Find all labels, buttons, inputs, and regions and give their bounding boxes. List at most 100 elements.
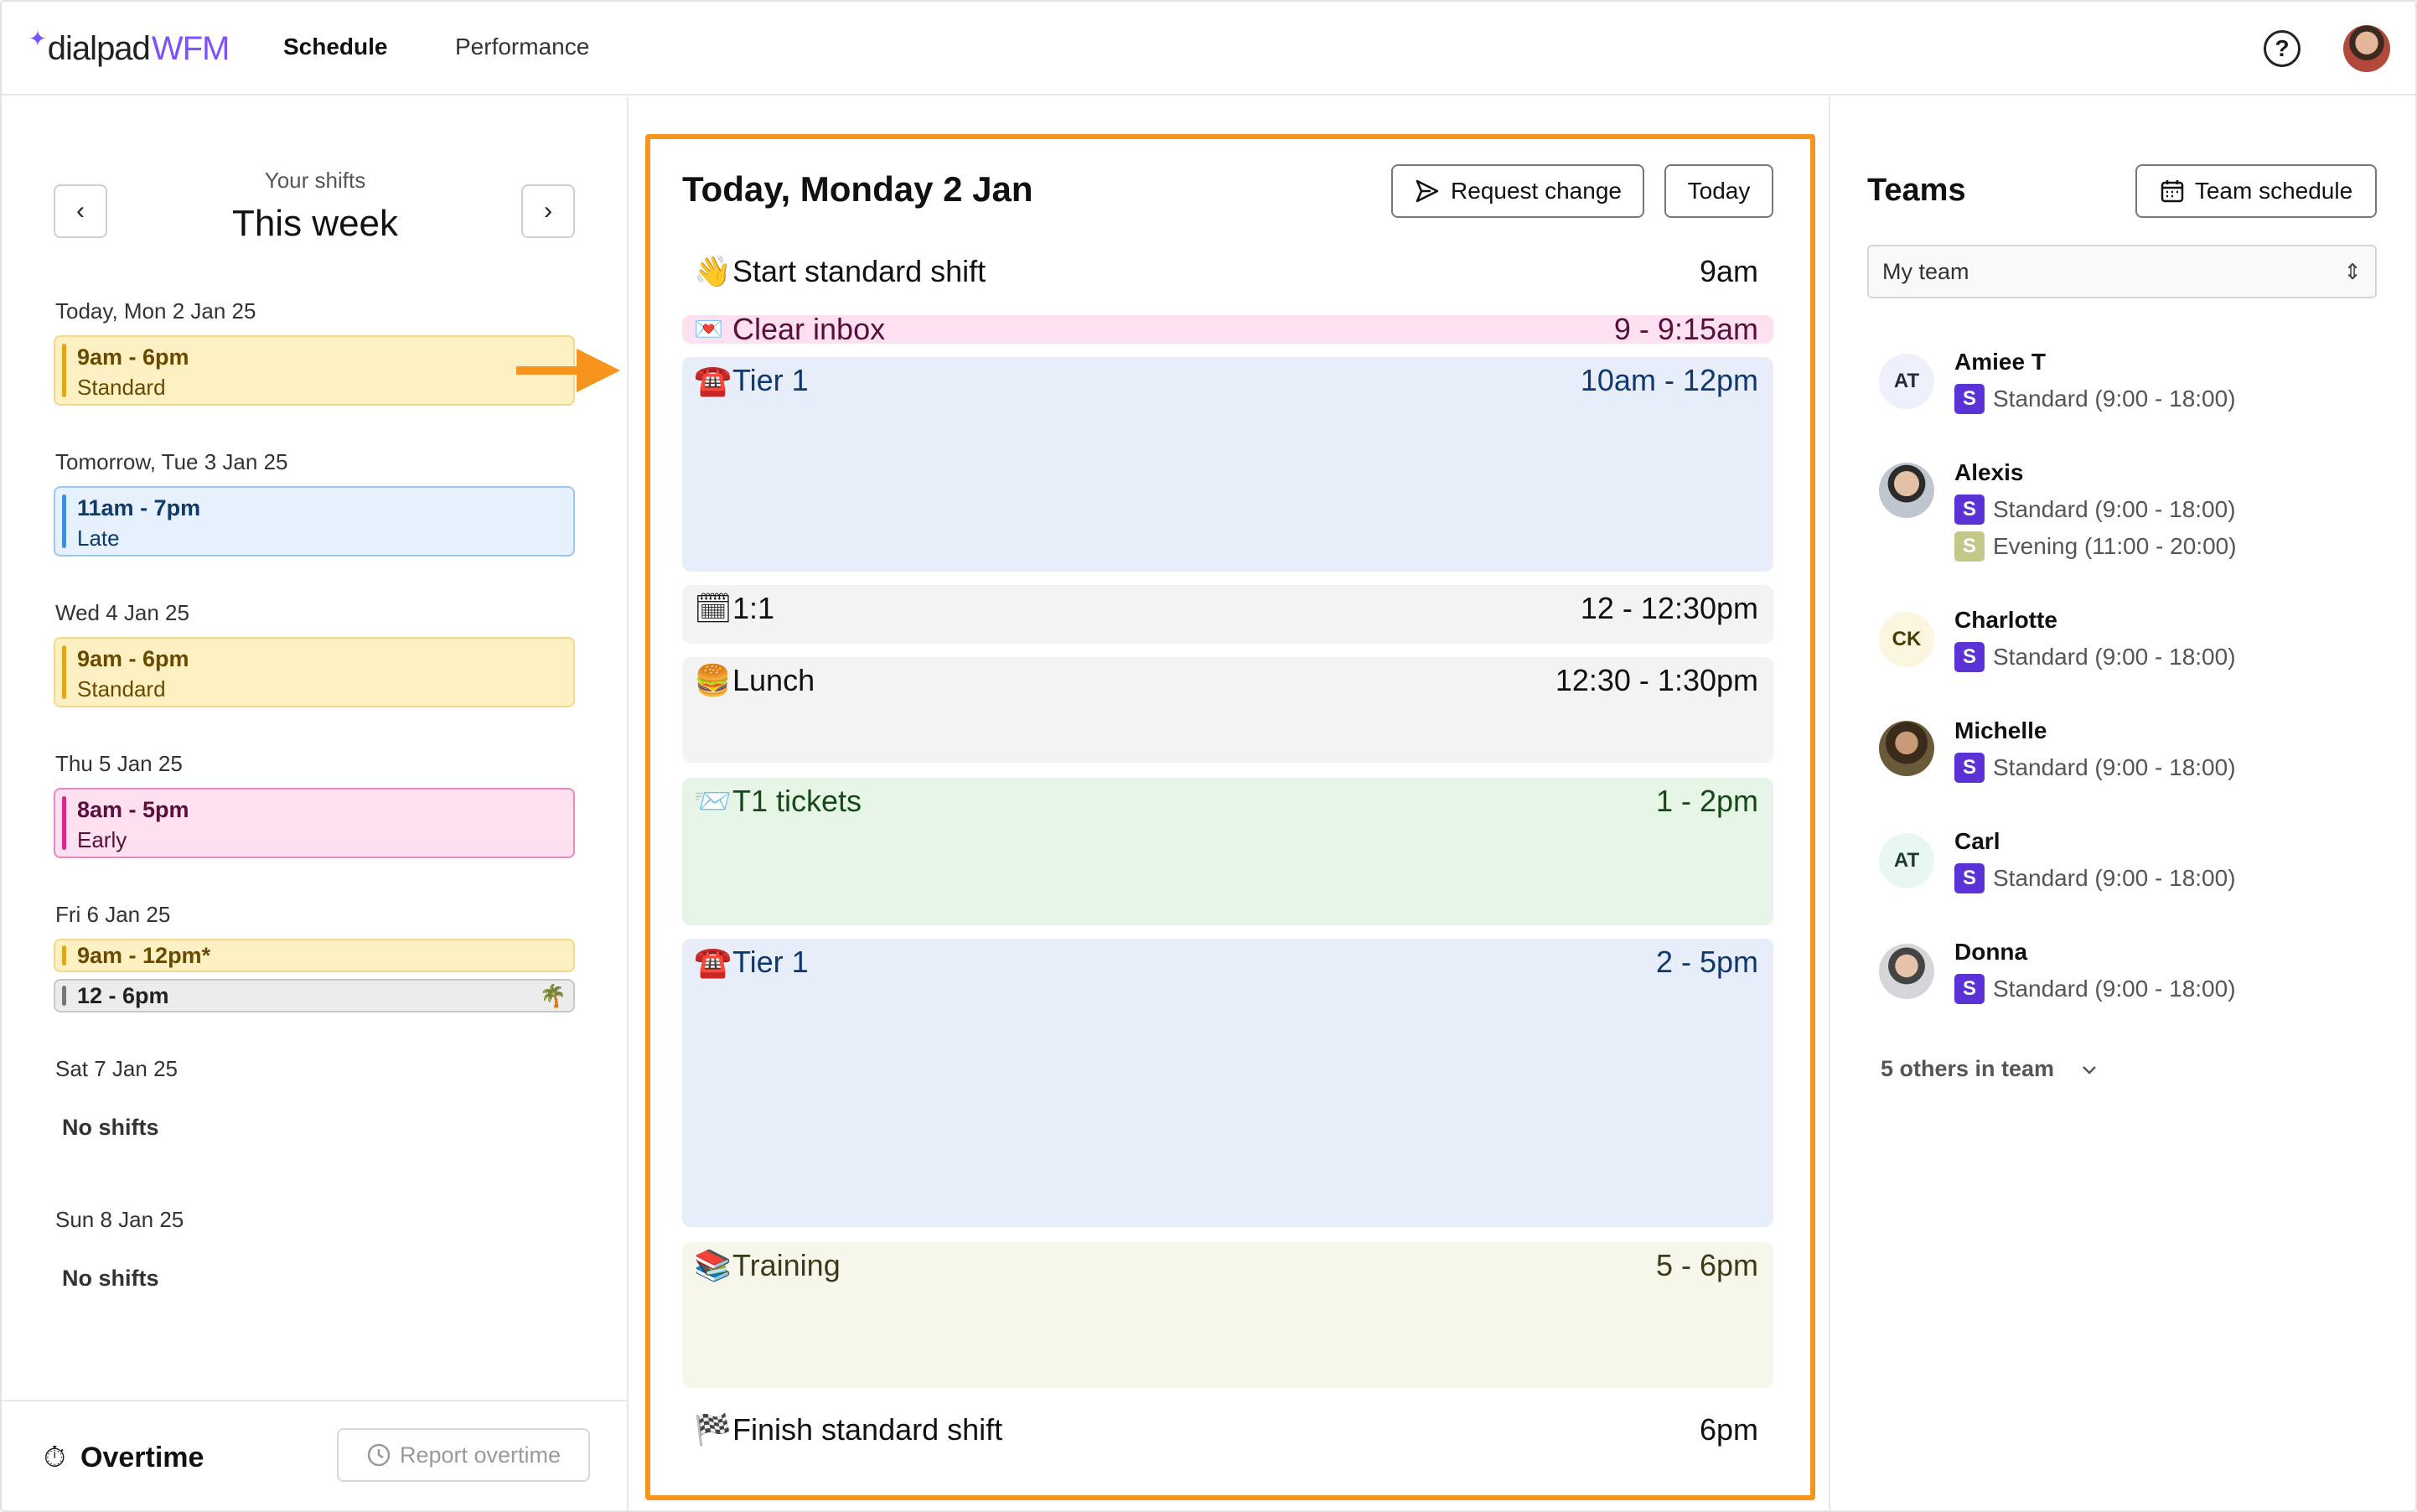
activity-name: Finish standard shift — [732, 1412, 1003, 1447]
user-avatar[interactable] — [2343, 25, 2390, 72]
activity-time: 9 - 9:15am — [1613, 312, 1758, 346]
today-button[interactable]: Today — [1664, 164, 1773, 218]
request-change-label: Request change — [1451, 178, 1622, 204]
member-shift: S Standard (9:00 - 18:00) — [1954, 753, 2236, 783]
today-title: Today, Monday 2 Jan — [682, 169, 1033, 209]
shift-time: 9am - 6pm — [77, 344, 189, 370]
shift-color-bar — [62, 796, 66, 850]
avatar: AT — [1879, 354, 1934, 409]
avatar — [1879, 721, 1934, 776]
request-change-button[interactable]: Request change — [1391, 164, 1644, 218]
others-in-team-toggle[interactable]: 5 others in team — [1881, 1056, 2099, 1082]
shift-card[interactable]: 9am - 6pm Standard — [54, 637, 575, 707]
stopwatch-icon: ⏱ — [44, 1442, 66, 1473]
prev-week-button[interactable]: ‹ — [54, 184, 107, 238]
member-shift: S Standard (9:00 - 18:00) — [1954, 642, 2236, 672]
chevron-right-icon: › — [544, 197, 552, 225]
activity-name: Lunch — [732, 663, 815, 697]
member-name[interactable]: Michelle — [1954, 717, 2047, 744]
activity-one-on-one[interactable]: 🗓 1:1 12 - 12:30pm — [682, 585, 1773, 644]
activity-time: 1 - 2pm — [1655, 784, 1758, 818]
shift-time: 8am - 5pm — [77, 797, 189, 822]
member-name[interactable]: Donna — [1954, 939, 2027, 966]
shift-card[interactable]: 12 - 6pm 🌴 — [54, 979, 575, 1012]
team-schedule-button[interactable]: Team schedule — [2135, 164, 2377, 218]
team-select[interactable]: My team ⇕ — [1867, 245, 2377, 298]
activity-t1-tickets[interactable]: 📨 T1 tickets 1 - 2pm — [682, 778, 1773, 925]
activity-name: Training — [732, 1248, 841, 1282]
shift-name: Standard — [77, 676, 166, 702]
logo-suffix: WFM — [151, 29, 230, 67]
activity-lunch[interactable]: 🍔 Lunch 12:30 - 1:30pm — [682, 657, 1773, 763]
love-letter-icon: 💌 — [694, 316, 723, 342]
activity-name: Tier 1 — [732, 945, 809, 979]
avatar — [1879, 463, 1934, 518]
avatar — [1879, 944, 1934, 999]
shift-label: Standard (9:00 - 18:00) — [1993, 386, 2236, 412]
day-label: Fri 6 Jan 25 — [55, 902, 171, 927]
week-panel: Your shifts This week ‹ › Today, Mon 2 J… — [2, 97, 629, 1510]
shift-card[interactable]: 11am - 7pm Late — [54, 486, 575, 557]
member-name[interactable]: Amiee T — [1954, 349, 2046, 375]
telephone-icon: ☎️ — [694, 945, 732, 979]
nav-schedule[interactable]: Schedule — [283, 34, 387, 60]
day-label: Wed 4 Jan 25 — [55, 600, 189, 625]
shift-color-bar — [62, 645, 66, 699]
calendar-icon — [2161, 180, 2184, 203]
avatar: AT — [1879, 833, 1934, 888]
shift-time: 12 - 6pm — [77, 983, 169, 1008]
activity-time: 10am - 12pm — [1580, 363, 1758, 397]
dialpad-logo[interactable]: ✦ dialpad WFM — [28, 26, 230, 70]
help-icon[interactable]: ? — [2264, 30, 2301, 67]
activity-tier-1[interactable]: ☎️ Tier 1 2 - 5pm — [682, 939, 1773, 1227]
member-shift: S Standard (9:00 - 18:00) — [1954, 384, 2236, 414]
app-window: ✦ dialpad WFM Schedule Performance ? You… — [0, 0, 2417, 1512]
shift-badge: S — [1954, 531, 1985, 562]
nav-performance[interactable]: Performance — [455, 34, 589, 60]
shift-color-bar — [62, 344, 66, 397]
books-icon: 📚 — [694, 1248, 732, 1282]
shift-card[interactable]: 9am - 6pm Standard — [54, 335, 575, 406]
member-name[interactable]: Carl — [1954, 828, 2000, 855]
member-shift: S Standard (9:00 - 18:00) — [1954, 495, 2236, 525]
shift-name: Late — [77, 526, 120, 551]
shift-label: Standard (9:00 - 18:00) — [1993, 496, 2236, 522]
shift-badge: S — [1954, 384, 1985, 414]
shift-card[interactable]: 9am - 12pm* — [54, 939, 575, 972]
activity-time: 9am — [1699, 254, 1758, 288]
member-shift: S Standard (9:00 - 18:00) — [1954, 974, 2236, 1004]
chevron-up-down-icon: ⇕ — [2343, 259, 2362, 284]
activity-start-shift[interactable]: 👋 Start standard shift 9am — [682, 248, 1773, 295]
waving-hand-icon: 👋 — [694, 254, 732, 288]
teams-title: Teams — [1867, 173, 1966, 208]
activity-name: 1:1 — [732, 591, 775, 625]
activity-time: 6pm — [1699, 1412, 1758, 1447]
activity-tier-1[interactable]: ☎️ Tier 1 10am - 12pm — [682, 357, 1773, 572]
clock-icon — [367, 1443, 391, 1467]
member-shift: S Evening (11:00 - 20:00) — [1954, 531, 2237, 562]
incoming-envelope-icon: 📨 — [694, 784, 732, 818]
next-week-button[interactable]: › — [521, 184, 575, 238]
activity-clear-inbox[interactable]: 💌 Clear inbox 9 - 9:15am — [682, 312, 1773, 346]
shift-badge: S — [1954, 863, 1985, 893]
no-shifts-text: No shifts — [62, 1266, 159, 1291]
chevron-down-icon — [2083, 1065, 2096, 1074]
others-label: 5 others in team — [1881, 1056, 2055, 1081]
day-label: Sun 8 Jan 25 — [55, 1207, 184, 1232]
checkered-flag-icon: 🏁 — [694, 1412, 732, 1447]
activity-time: 12 - 12:30pm — [1580, 591, 1758, 625]
day-label: Sat 7 Jan 25 — [55, 1056, 178, 1081]
telephone-icon: ☎️ — [694, 363, 732, 397]
shift-card[interactable]: 8am - 5pm Early — [54, 788, 575, 858]
member-name[interactable]: Charlotte — [1954, 607, 2057, 634]
no-shifts-text: No shifts — [62, 1115, 159, 1140]
shift-label: Evening (11:00 - 20:00) — [1993, 533, 2237, 559]
report-overtime-button[interactable]: Report overtime — [337, 1428, 590, 1482]
activity-name: Tier 1 — [732, 363, 809, 397]
member-shift: S Standard (9:00 - 18:00) — [1954, 863, 2236, 893]
member-name[interactable]: Alexis — [1954, 459, 2024, 486]
activity-finish-shift[interactable]: 🏁 Finish standard shift 6pm — [682, 1406, 1773, 1453]
activity-training[interactable]: 📚 Training 5 - 6pm — [682, 1242, 1773, 1388]
shift-time: 11am - 7pm — [77, 495, 201, 520]
shift-label: Standard (9:00 - 18:00) — [1993, 976, 2236, 1002]
